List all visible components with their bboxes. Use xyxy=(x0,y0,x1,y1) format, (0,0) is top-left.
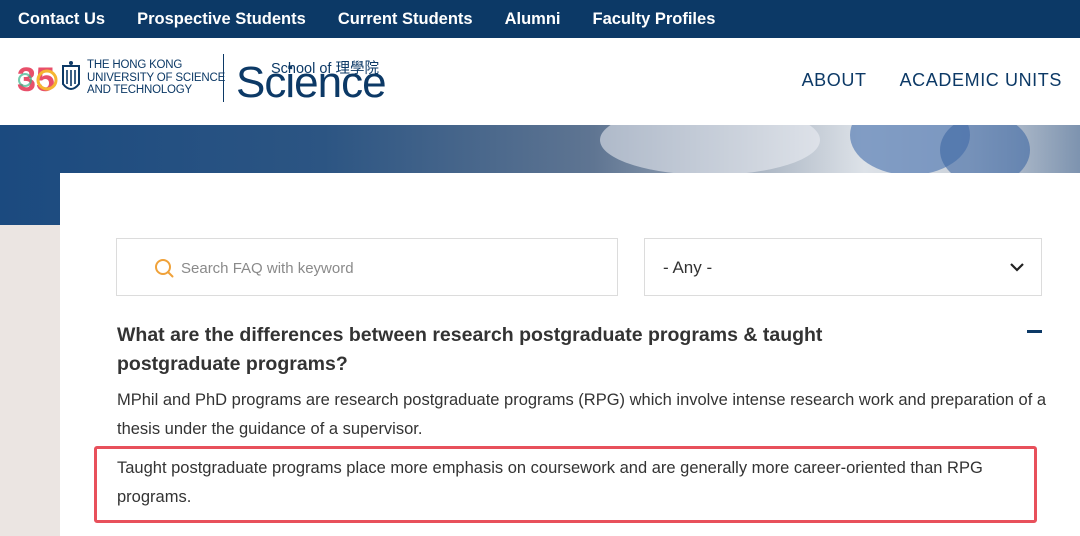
category-filter-value: - Any - xyxy=(663,258,713,277)
science-wordmark[interactable]: Science xyxy=(236,61,387,105)
collapse-minus-icon[interactable] xyxy=(1027,330,1042,333)
faq-answer-paragraph-1: MPhil and PhD programs are research post… xyxy=(117,391,1047,438)
hkust-line-2: UNIVERSITY OF SCIENCE xyxy=(87,71,226,84)
nav-contact-us[interactable]: Contact Us xyxy=(18,10,105,29)
utility-nav: Contact Us Prospective Students Current … xyxy=(0,0,1080,38)
nav-alumni[interactable]: Alumni xyxy=(505,10,561,29)
search-input[interactable] xyxy=(181,255,601,281)
page-side-background xyxy=(0,225,60,536)
faq-search-box[interactable] xyxy=(116,238,618,296)
svg-text:35: 35 xyxy=(17,61,55,98)
search-icon xyxy=(155,259,174,278)
hkust-crest-icon xyxy=(62,61,80,90)
nav-current-students[interactable]: Current Students xyxy=(338,10,473,29)
nav-about[interactable]: ABOUT xyxy=(802,70,867,91)
hkust-line-1: THE HONG KONG xyxy=(87,59,183,71)
anniversary-35-logo-icon[interactable]: 35 xyxy=(16,58,60,98)
logo-divider xyxy=(223,54,224,102)
nav-prospective-students[interactable]: Prospective Students xyxy=(137,10,306,29)
main-nav: ABOUT ACADEMIC UNITS xyxy=(769,70,1062,91)
chevron-down-icon xyxy=(1010,263,1024,272)
faq-question-title[interactable]: What are the differences between researc… xyxy=(117,321,877,379)
hkust-wordmark[interactable]: THE HONG KONG UNIVERSITY OF SCIENCE AND … xyxy=(87,59,225,97)
site-header: 35 THE HONG KONG UNIVERSITY OF SCIENCE A… xyxy=(0,38,1080,125)
nav-faculty-profiles[interactable]: Faculty Profiles xyxy=(593,10,716,29)
nav-academic-units[interactable]: ACADEMIC UNITS xyxy=(900,70,1062,91)
category-filter-select[interactable]: - Any - xyxy=(644,238,1042,296)
highlight-box xyxy=(94,446,1037,523)
hkust-line-3: AND TECHNOLOGY xyxy=(87,84,192,96)
